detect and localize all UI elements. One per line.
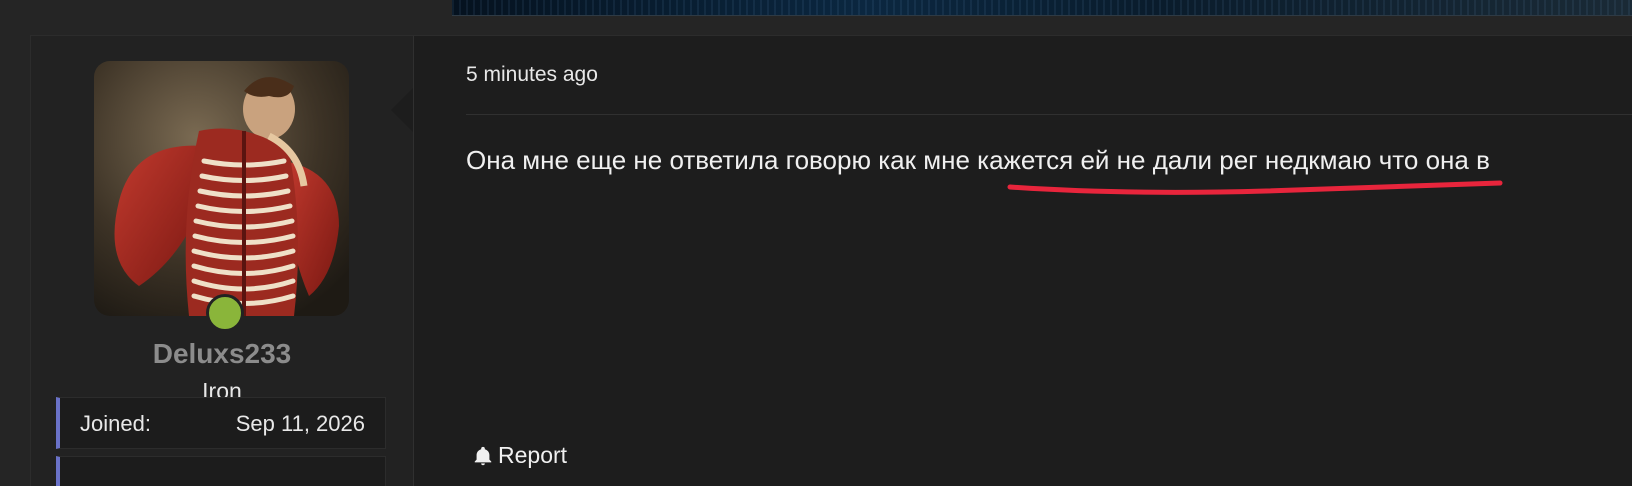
user-panel: Deluxs233 Iron Joined: Sep 11, 2026 — [31, 36, 414, 486]
avatar[interactable] — [94, 61, 349, 316]
header-banner — [452, 0, 1632, 16]
report-label: Report — [498, 442, 568, 468]
joined-label: Joined: — [80, 411, 151, 436]
post-content: 5 minutes ago Она мне еще не ответила го… — [414, 36, 1632, 486]
panel-arrow — [391, 88, 413, 132]
username[interactable]: Deluxs233 — [31, 338, 413, 370]
joined-value: Sep 11, 2026 — [235, 411, 365, 436]
bell-icon — [474, 446, 492, 465]
forum-page: Deluxs233 Iron Joined: Sep 11, 2026 5 mi… — [0, 0, 1632, 486]
post-message: Она мне еще не ответила говорю как мне к… — [466, 145, 1490, 175]
red-underline-annotation — [1007, 180, 1503, 195]
post-timestamp[interactable]: 5 minutes ago — [466, 63, 598, 87]
divider — [466, 114, 1632, 115]
joined-row: Joined: Sep 11, 2026 — [56, 397, 386, 449]
forum-post: Deluxs233 Iron Joined: Sep 11, 2026 5 mi… — [30, 35, 1632, 486]
report-button[interactable]: Report — [472, 442, 567, 469]
info-row-2 — [56, 456, 386, 486]
avatar-image — [94, 61, 349, 316]
online-status-dot — [206, 294, 244, 332]
